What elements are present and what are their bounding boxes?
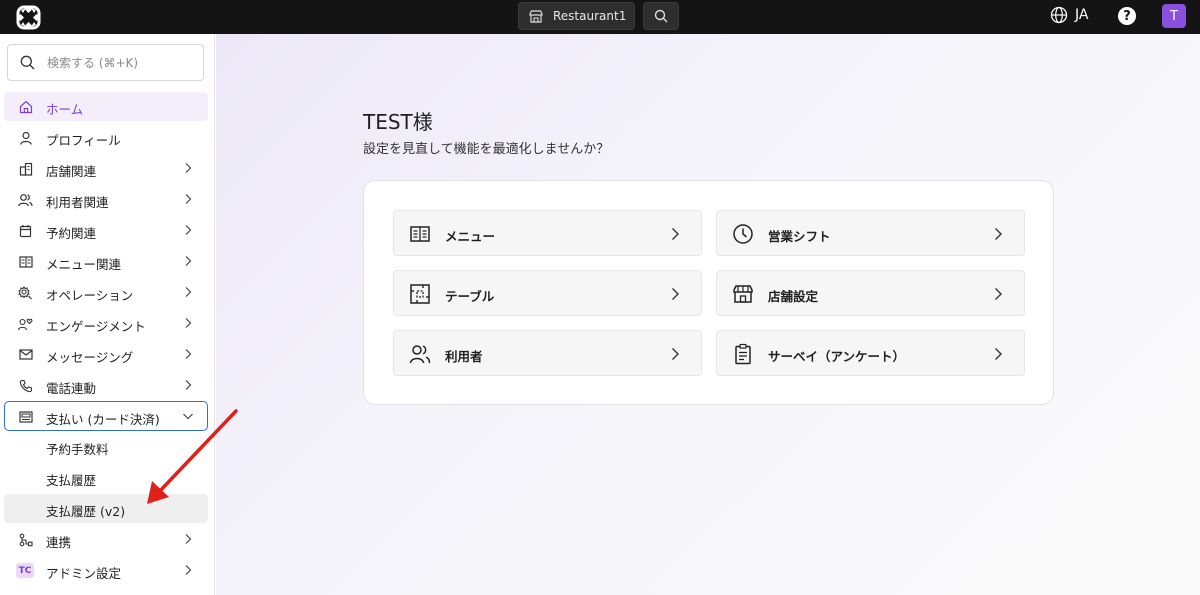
operation-gear-icon <box>18 285 33 300</box>
language-switcher[interactable]: JA <box>1050 6 1088 24</box>
sidebar-item-label: メッセージング <box>46 350 134 365</box>
chevron-right-icon <box>185 318 192 328</box>
help-icon[interactable]: ? <box>1118 7 1136 25</box>
sidebar-item-menu[interactable]: メニュー関連 <box>4 247 208 276</box>
quick-settings-card: メニュー 営業シフト テーブル 店舗設定 利用者 サーベイ（アンケート） <box>363 180 1054 405</box>
building-icon <box>18 161 33 176</box>
sidebar-item-admin[interactable]: TC アドミン設定 <box>4 556 208 585</box>
sidebar-item-store[interactable]: 店舗関連 <box>4 154 208 183</box>
sidebar-item-label: 利用者関連 <box>46 195 109 210</box>
tile-label: 利用者 <box>445 349 483 364</box>
tc-badge-wrapper: TC <box>16 563 34 578</box>
chevron-right-icon <box>185 163 192 173</box>
tile-users[interactable]: 利用者 <box>393 330 702 376</box>
sidebar-item-label: 予約関連 <box>46 226 97 241</box>
chevron-right-icon <box>995 348 1002 360</box>
chevron-right-icon <box>185 565 192 575</box>
avatar[interactable]: T <box>1162 4 1186 28</box>
tile-store-settings[interactable]: 店舗設定 <box>716 270 1025 316</box>
sidebar-item-users[interactable]: 利用者関連 <box>4 185 208 214</box>
top-bar: Restaurant1 JA ? T <box>0 0 1200 34</box>
menu-book-icon <box>18 254 33 269</box>
page-title: TEST様 <box>363 110 433 134</box>
chevron-right-icon <box>185 225 192 235</box>
chevron-right-icon <box>185 256 192 266</box>
integration-icon <box>18 532 33 547</box>
sidebar-item-operations[interactable]: オペレーション <box>4 278 208 307</box>
clipboard-icon <box>735 343 751 365</box>
phone-icon <box>18 378 33 393</box>
sidebar-item-label: 店舗関連 <box>46 164 97 179</box>
tile-business-shift[interactable]: 営業シフト <box>716 210 1025 256</box>
sidebar-item-profile[interactable]: プロフィール <box>4 123 208 152</box>
search-icon <box>654 9 668 23</box>
sidebar-search[interactable] <box>7 44 204 81</box>
chevron-right-icon <box>995 288 1002 300</box>
sidebar-item-engagement[interactable]: エンゲージメント <box>4 309 208 338</box>
users-icon <box>18 192 33 207</box>
sidebar-item-label: アドミン設定 <box>46 566 122 581</box>
search-icon <box>20 55 35 70</box>
storefront-icon <box>529 9 543 23</box>
tile-label: テーブル <box>445 289 495 304</box>
tile-label: 店舗設定 <box>768 289 819 304</box>
sidebar-item-messaging[interactable]: メッセージング <box>4 340 208 369</box>
home-icon <box>18 99 33 114</box>
calendar-icon <box>18 223 33 238</box>
sidebar-item-home[interactable]: ホーム <box>4 92 208 121</box>
sidebar-item-reservations[interactable]: 予約関連 <box>4 216 208 245</box>
engagement-heart-icon <box>18 316 33 331</box>
sidebar-item-label: 予約手数料 <box>46 442 109 457</box>
tile-label: メニュー <box>445 229 496 244</box>
sidebar-search-input[interactable] <box>47 55 187 70</box>
mail-icon <box>18 347 33 362</box>
main-content: TEST様 設定を見直して機能を最適化しませんか？ メニュー 営業シフト テーブ… <box>216 34 1200 595</box>
tile-label: 営業シフト <box>768 229 831 244</box>
clock-icon <box>733 224 753 244</box>
annotation-arrow-icon <box>147 409 238 504</box>
sidebar-item-label: プロフィール <box>46 133 121 148</box>
sidebar-item-phone[interactable]: 電話連動 <box>4 371 208 400</box>
language-label: JA <box>1075 7 1089 23</box>
store-name: Restaurant1 <box>553 9 627 23</box>
chevron-right-icon <box>672 288 679 300</box>
chevron-right-icon <box>672 348 679 360</box>
store-selector-button[interactable]: Restaurant1 <box>518 2 635 30</box>
sidebar-item-label: エンゲージメント <box>46 319 146 334</box>
users-icon <box>409 345 431 364</box>
person-icon <box>18 130 33 145</box>
storefront-icon <box>733 285 753 303</box>
sidebar-item-label: メニュー関連 <box>46 257 122 272</box>
sidebar-item-label: 連携 <box>46 535 72 550</box>
tc-badge: TC <box>16 563 34 578</box>
tile-table[interactable]: テーブル <box>393 270 702 316</box>
chevron-right-icon <box>185 349 192 359</box>
chevron-right-icon <box>995 228 1002 240</box>
sidebar-item-label: ホーム <box>46 102 84 117</box>
sidebar-item-label: 支払履歴 (v2) <box>46 504 126 519</box>
sidebar-item-label: オペレーション <box>46 288 134 303</box>
table-icon <box>410 284 430 304</box>
chevron-right-icon <box>185 534 192 544</box>
chevron-right-icon <box>185 380 192 390</box>
sidebar: ホーム プロフィール 店舗関連 利用者関連 予約関連 メニュ <box>0 34 215 595</box>
sidebar-item-label: 電話連動 <box>46 381 97 396</box>
sidebar-item-integrations[interactable]: 連携 <box>4 525 208 554</box>
chevron-right-icon <box>672 228 679 240</box>
chevron-right-icon <box>185 194 192 204</box>
sidebar-item-label: 支払履歴 <box>46 473 97 488</box>
tile-menu[interactable]: メニュー <box>393 210 702 256</box>
global-search-button[interactable] <box>643 2 679 30</box>
payment-terminal-icon <box>18 409 33 424</box>
menu-book-icon <box>410 226 430 242</box>
app-logo-icon[interactable] <box>16 5 41 30</box>
tile-survey[interactable]: サーベイ（アンケート） <box>716 330 1025 376</box>
page-subtitle: 設定を見直して機能を最適化しませんか？ <box>363 142 610 157</box>
tile-label: サーベイ（アンケート） <box>768 349 906 364</box>
chevron-right-icon <box>185 287 192 297</box>
globe-icon <box>1050 6 1068 24</box>
